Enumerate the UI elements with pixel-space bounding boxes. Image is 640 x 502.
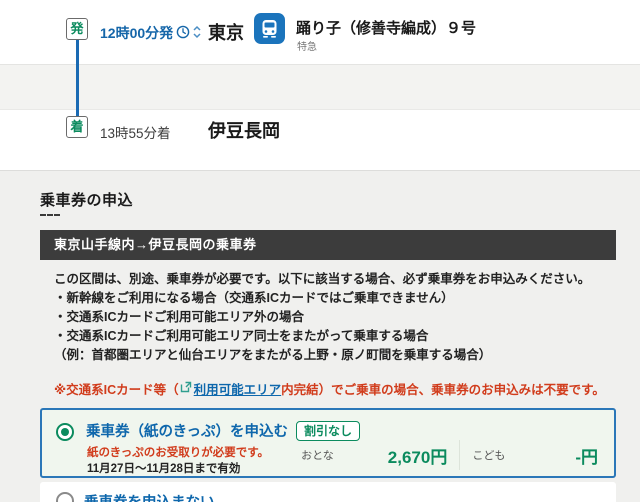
option-label[interactable]: 乗車券（紙のきっぷ）を申込む bbox=[86, 420, 288, 441]
option-apply-paper-ticket[interactable]: 乗車券（紙のきっぷ）を申込む 割引なし 紙のきっぷのお受取りが必要です。 11月… bbox=[40, 408, 616, 478]
child-fare-value: -円 bbox=[575, 443, 598, 468]
desc-line: ・新幹線をご利用になる場合（交通系ICカードではご乗車できません） bbox=[54, 289, 616, 308]
ticket-description: この区間は、別途、乗車券が必要です。以下に該当する場合、必ず乗車券をお申込みくだ… bbox=[40, 270, 616, 365]
external-link-icon bbox=[180, 381, 192, 396]
route-spacer-band bbox=[0, 64, 640, 110]
departure-time[interactable]: 12時00分発 bbox=[100, 23, 201, 43]
option-no-ticket[interactable]: 乗車券を申込まない bbox=[40, 482, 616, 502]
pickup-required-note: 紙のきっぷのお受取りが必要です。 bbox=[87, 444, 269, 460]
clock-icon bbox=[176, 25, 190, 42]
heading-dash-accent bbox=[40, 214, 60, 216]
arrival-time: 13時55分着 bbox=[100, 122, 171, 142]
ticket-application-section: 乗車券の申込 東京山手線内→伊豆長岡の乗車券 この区間は、別途、乗車券が必要です… bbox=[0, 170, 640, 502]
train-type-label: 特急 bbox=[297, 38, 317, 53]
fare-summary: おとな 2,670円 こども -円 bbox=[301, 440, 598, 470]
radio-selected[interactable] bbox=[56, 423, 74, 441]
no-discount-badge: 割引なし bbox=[296, 421, 360, 441]
ic-card-notice: ※交通系ICカード等（ 利用可能エリア 内完結）でご乗車の場合、乗車券のお申込み… bbox=[40, 379, 616, 398]
validity-period: 11月27日～11月28日まで有効 bbox=[87, 460, 240, 476]
trip-ticket-page: 発 12時00分発 東京 踊り子（修善寺編成）９号 特急 着 13時55分着 伊… bbox=[0, 0, 640, 502]
departure-badge: 発 bbox=[66, 18, 88, 40]
desc-line: ・交通系ICカードご利用可能エリア外の場合 bbox=[54, 308, 616, 327]
option-label[interactable]: 乗車券を申込まない bbox=[84, 491, 215, 502]
departure-time-text: 12時00分発 bbox=[100, 23, 173, 43]
child-fare-label: こども bbox=[472, 447, 505, 463]
train-name: 踊り子（修善寺編成）９号 bbox=[296, 17, 476, 38]
notice-suffix: 内完結）でご乗車の場合、乗車券のお申込みは不要です。 bbox=[281, 379, 605, 398]
desc-line: この区間は、別途、乗車券が必要です。以下に該当する場合、必ず乗車券をお申込みくだ… bbox=[54, 270, 616, 289]
adult-fare-label: おとな bbox=[301, 447, 334, 463]
fare-divider bbox=[459, 440, 460, 470]
train-icon bbox=[254, 13, 285, 44]
notice-prefix: ※交通系ICカード等（ bbox=[54, 379, 179, 398]
desc-line: ・交通系ICカードご利用可能エリア同士をまたがって乗車する場合 bbox=[54, 327, 616, 346]
usable-area-link[interactable]: 利用可能エリア bbox=[194, 379, 282, 398]
section-heading: 乗車券の申込 bbox=[40, 189, 616, 210]
ticket-route-bar: 東京山手線内→伊豆長岡の乗車券 bbox=[40, 230, 616, 260]
route-connector-line bbox=[76, 40, 79, 120]
arrival-badge: 着 bbox=[66, 116, 88, 138]
adult-fare-value: 2,670円 bbox=[388, 443, 448, 468]
desc-line: （例：首都圏エリアと仙台エリアをまたがる上野・原ノ町間を乗車する場合） bbox=[54, 346, 616, 365]
departure-station: 東京 bbox=[208, 19, 244, 45]
time-sort-icon[interactable] bbox=[193, 25, 201, 42]
radio-unselected[interactable] bbox=[56, 492, 74, 502]
arrival-station: 伊豆長岡 bbox=[208, 117, 280, 143]
